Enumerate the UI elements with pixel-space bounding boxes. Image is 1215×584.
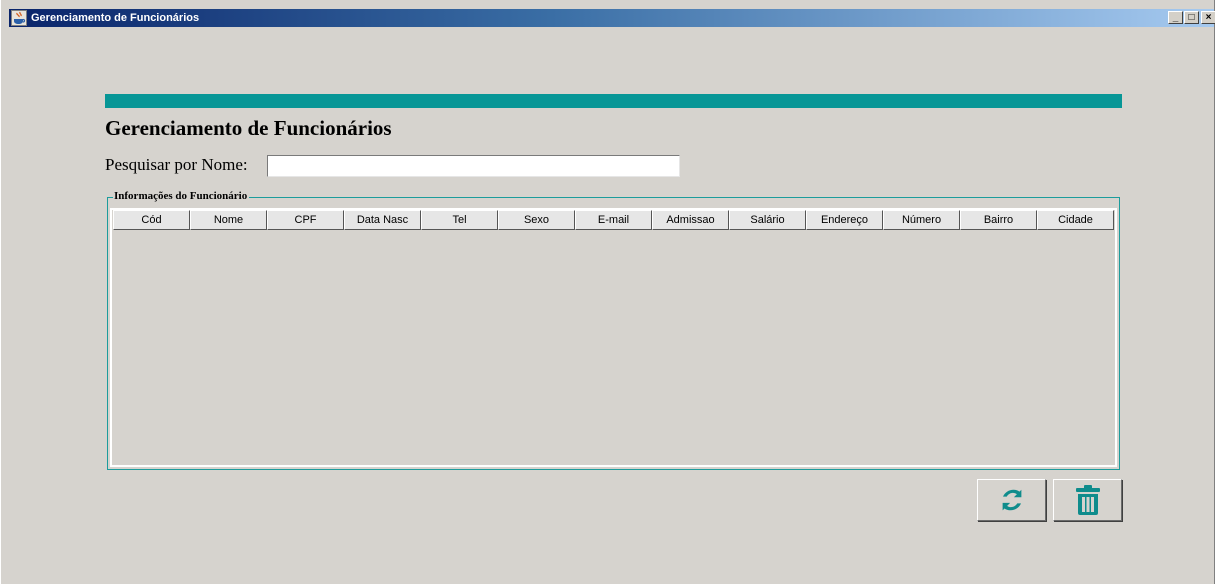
column-header-sexo[interactable]: Sexo xyxy=(498,210,575,230)
delete-button[interactable] xyxy=(1053,479,1122,521)
trash-icon xyxy=(1075,485,1100,515)
group-legend: Informações do Funcionário xyxy=(113,190,250,202)
column-header-cpf[interactable]: CPF xyxy=(267,210,344,230)
main-window: Gerenciamento de Funcionários _ □ × Gere… xyxy=(0,0,1215,584)
java-app-icon xyxy=(11,10,27,26)
header-accent-bar xyxy=(105,94,1122,108)
column-header-data-nasc[interactable]: Data Nasc xyxy=(344,210,421,230)
refresh-icon xyxy=(1002,489,1021,511)
column-header-salario[interactable]: Salário xyxy=(729,210,806,230)
refresh-button[interactable] xyxy=(977,479,1046,521)
column-header-email[interactable]: E-mail xyxy=(575,210,652,230)
search-input[interactable] xyxy=(267,155,680,177)
maximize-button[interactable]: □ xyxy=(1184,11,1199,24)
close-button[interactable]: × xyxy=(1201,11,1215,24)
column-header-bairro[interactable]: Bairro xyxy=(960,210,1037,230)
page-title: Gerenciamento de Funcionários xyxy=(105,116,392,140)
search-label: Pesquisar por Nome: xyxy=(105,155,248,174)
window-title: Gerenciamento de Funcionários xyxy=(31,12,200,24)
column-header-numero[interactable]: Número xyxy=(883,210,960,230)
table-header: Cód Nome CPF Data Nasc Tel Sexo E-mail A… xyxy=(113,210,1114,230)
employee-table[interactable]: Cód Nome CPF Data Nasc Tel Sexo E-mail A… xyxy=(110,208,1117,467)
column-header-admissao[interactable]: Admissao xyxy=(652,210,729,230)
column-header-tel[interactable]: Tel xyxy=(421,210,498,230)
column-header-endereco[interactable]: Endereço xyxy=(806,210,883,230)
minimize-button[interactable]: _ xyxy=(1168,11,1183,24)
column-header-cidade[interactable]: Cidade xyxy=(1037,210,1114,230)
table-body[interactable] xyxy=(112,230,1115,465)
column-header-nome[interactable]: Nome xyxy=(190,210,267,230)
title-bar[interactable]: Gerenciamento de Funcionários _ □ × xyxy=(9,9,1215,27)
column-header-cod[interactable]: Cód xyxy=(113,210,190,230)
